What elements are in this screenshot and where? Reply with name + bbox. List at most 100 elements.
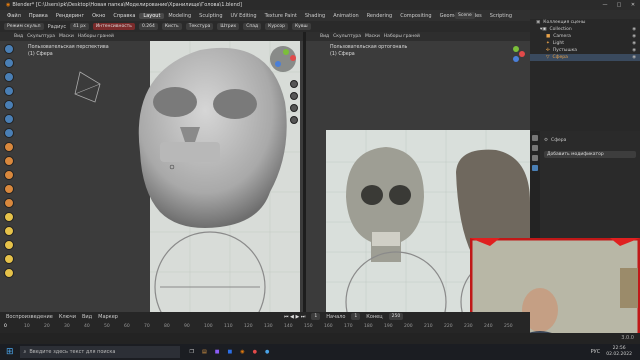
right-facesets-menu[interactable]: Наборы граней — [384, 34, 420, 39]
crease-brush-icon[interactable] — [4, 128, 14, 138]
tab-texture-paint[interactable]: Texture Paint — [261, 13, 301, 19]
flatten-brush-icon[interactable] — [4, 156, 14, 166]
navigation-gizmo[interactable] — [268, 44, 298, 74]
layer-brush-icon[interactable] — [4, 86, 14, 96]
taskbar-search[interactable]: ⌕ Введите здесь текст для поиска — [19, 346, 180, 358]
language-indicator[interactable]: РУС — [591, 349, 601, 355]
right-navigation-gizmo[interactable] — [508, 44, 528, 64]
visibility-eye-icon[interactable]: ◉ — [632, 33, 636, 40]
outliner-item-label: Collection — [549, 27, 572, 32]
outliner-panel: ▣ Коллекция сцены ▾▣ Collection ◉ ■ Came… — [530, 10, 640, 131]
windows-start-icon[interactable]: ⊞ — [6, 347, 14, 357]
brush-menu[interactable]: Кисть — [161, 23, 182, 30]
camera-view-icon[interactable] — [290, 104, 298, 112]
end-frame-field[interactable]: 250 — [388, 313, 404, 320]
inflate-brush-icon[interactable] — [4, 100, 14, 110]
tab-sculpting[interactable]: Sculpting — [195, 13, 226, 19]
clay-strips-icon[interactable] — [4, 72, 14, 82]
current-frame-field[interactable]: 1 — [311, 313, 321, 320]
right-mask-menu[interactable]: Маски — [365, 34, 380, 39]
snake-hook-icon[interactable] — [4, 226, 14, 236]
tab-scripting[interactable]: Scripting — [486, 13, 516, 19]
outliner-item-sphere[interactable]: ▽ Сфера ◉ — [530, 54, 640, 61]
close-button[interactable]: ✕ — [626, 0, 640, 10]
left-facesets-menu[interactable]: Наборы граней — [78, 34, 114, 39]
blob-brush-icon[interactable] — [4, 114, 14, 124]
file-explorer-icon[interactable]: ▤ — [202, 349, 207, 355]
playback-menu[interactable]: Воспроизведение — [6, 314, 53, 320]
outliner-item-collection[interactable]: ▾▣ Collection ◉ — [530, 26, 640, 33]
draw-brush-icon[interactable] — [4, 44, 14, 54]
smooth-brush-icon[interactable] — [4, 142, 14, 152]
radius-field[interactable]: 41 px — [70, 23, 89, 30]
right-view-menu[interactable]: Вид — [320, 34, 329, 39]
timeline-ruler[interactable]: 0 10 20 30 40 50 60 70 80 90 100 110 120 130 140 150 160… — [0, 321, 530, 331]
right-sculpt-menu[interactable]: Скульптура — [333, 34, 361, 39]
timeline-tick-label: 200 — [404, 323, 413, 329]
play-controls[interactable]: ⏮ ◀ ▶ ⏭ — [284, 314, 305, 320]
menu-edit[interactable]: Правка — [25, 13, 52, 19]
tab-uv-editing[interactable]: UV Editing — [227, 13, 261, 19]
premiere-icon[interactable]: ■ — [215, 349, 220, 355]
tab-modeling[interactable]: Modeling — [164, 13, 195, 19]
tab-compositing[interactable]: Compositing — [396, 13, 435, 19]
thumb-brush-icon[interactable] — [4, 240, 14, 250]
cursor-menu[interactable]: Курсор — [265, 23, 288, 30]
tab-layout[interactable]: Layout — [139, 12, 165, 19]
pinch-brush-icon[interactable] — [4, 198, 14, 208]
falloff-menu[interactable]: Спад — [243, 23, 262, 30]
tab-animation[interactable]: Animation — [329, 13, 363, 19]
blender-taskbar-icon[interactable]: ◉ — [240, 349, 244, 355]
visibility-eye-icon[interactable]: ◉ — [632, 26, 636, 33]
scene-selector[interactable]: Scene — [455, 12, 475, 19]
marker-menu[interactable]: Маркер — [98, 314, 118, 320]
task-view-icon[interactable]: ❐ — [190, 349, 194, 355]
output-tab-icon[interactable] — [532, 155, 538, 161]
outliner-scene-collection[interactable]: ▣ Коллекция сцены — [530, 19, 640, 26]
pan-hand-icon[interactable] — [290, 92, 298, 100]
clay-brush-icon[interactable] — [4, 58, 14, 68]
photoshop-icon[interactable]: ■ — [228, 349, 233, 355]
timeline-view-menu[interactable]: Вид — [82, 314, 92, 320]
maximize-button[interactable]: □ — [612, 0, 626, 10]
menu-window[interactable]: Окно — [88, 13, 109, 19]
mode-selector[interactable]: Режим скульп — [4, 23, 44, 30]
browser-icon[interactable]: ● — [253, 349, 257, 355]
add-modifier-button[interactable]: Добавить модификатор — [544, 151, 636, 158]
visibility-eye-icon[interactable]: ◉ — [632, 54, 636, 61]
left-view-menu[interactable]: Вид — [14, 34, 23, 39]
strength-field[interactable]: 0.264 — [138, 23, 158, 30]
visibility-eye-icon[interactable]: ◉ — [632, 40, 636, 47]
render-tab-icon[interactable] — [532, 145, 538, 151]
outliner-item-empty[interactable]: ✣ Пустышка ◉ — [530, 47, 640, 54]
grab-brush-icon[interactable] — [4, 212, 14, 222]
nudge-brush-icon[interactable] — [4, 268, 14, 278]
left-viewport[interactable]: Вид Скульптура Маски Наборы граней Польз… — [0, 32, 303, 312]
outliner-item-light[interactable]: ✦ Light ◉ — [530, 40, 640, 47]
tab-rendering[interactable]: Rendering — [363, 13, 397, 19]
stroke-menu[interactable]: Штрих — [217, 23, 240, 30]
visibility-eye-icon[interactable]: ◉ — [632, 47, 636, 54]
tool-tab-icon[interactable] — [532, 135, 538, 141]
minimize-button[interactable]: — — [598, 0, 612, 10]
start-frame-field[interactable]: 1 — [351, 313, 361, 320]
texture-menu[interactable]: Текстура — [185, 23, 214, 30]
menu-render[interactable]: Рендеринг — [52, 13, 88, 19]
outliner-item-camera[interactable]: ■ Camera ◉ — [530, 33, 640, 40]
symmetry-menu[interactable]: Кувш — [291, 23, 311, 30]
clock[interactable]: 22:56 02.02.2022 — [606, 346, 632, 358]
radius-label: Радиус — [47, 23, 67, 30]
ortho-grid-icon[interactable] — [290, 116, 298, 124]
menu-file[interactable]: Файл — [3, 13, 25, 19]
fill-brush-icon[interactable] — [4, 170, 14, 180]
menu-help[interactable]: Справка — [109, 13, 139, 19]
modifier-tab-icon[interactable] — [532, 165, 538, 171]
zoom-icon[interactable] — [290, 80, 298, 88]
scrape-brush-icon[interactable] — [4, 184, 14, 194]
left-sculpt-menu[interactable]: Скульптура — [27, 34, 55, 39]
telegram-icon[interactable]: ● — [265, 349, 269, 355]
keying-menu[interactable]: Ключи — [59, 314, 76, 320]
left-mask-menu[interactable]: Маски — [59, 34, 74, 39]
tab-shading[interactable]: Shading — [301, 13, 329, 19]
pose-brush-icon[interactable] — [4, 254, 14, 264]
